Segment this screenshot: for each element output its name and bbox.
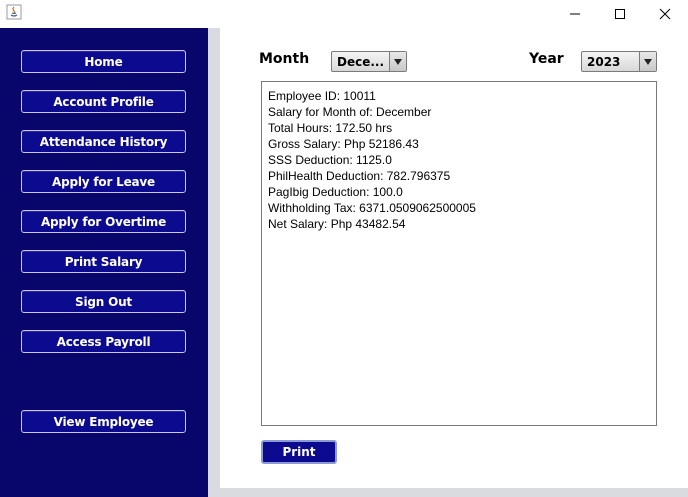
sidebar-item-apply-for-overtime[interactable]: Apply for Overtime [21,210,186,233]
sidebar-item-access-payroll[interactable]: Access Payroll [21,330,186,353]
salary-report-textarea[interactable]: Employee ID: 10011 Salary for Month of: … [261,81,657,426]
panel-divider [208,28,220,497]
report-line-philhealth-deduction: PhilHealth Deduction: 782.796375 [268,169,451,183]
report-line-total-hours: Total Hours: 172.50 hrs [268,121,393,135]
minimize-icon [570,13,580,15]
chevron-down-icon[interactable] [639,52,656,71]
sidebar-item-sign-out[interactable]: Sign Out [21,290,186,313]
report-line-withholding-tax: Withholding Tax: 6371.0509062500005 [268,201,476,215]
java-app-icon [6,4,22,20]
print-button[interactable]: Print [261,440,337,464]
close-button[interactable] [642,0,688,28]
sidebar-item-apply-for-leave[interactable]: Apply for Leave [21,170,186,193]
report-line-employee-id: Employee ID: 10011 [268,89,376,103]
report-line-net-salary: Net Salary: Php 43482.54 [268,217,406,231]
close-icon [659,8,671,20]
month-label: Month [259,51,310,67]
year-label: Year [529,51,564,67]
maximize-button[interactable] [597,0,643,28]
sidebar-item-account-profile[interactable]: Account Profile [21,90,186,113]
sidebar-item-attendance-history[interactable]: Attendance History [21,130,186,153]
bottom-border [220,488,688,497]
year-select[interactable]: 2023 [581,51,657,72]
month-select-value: Dece... [337,54,385,69]
year-select-value: 2023 [587,54,621,69]
title-bar [0,0,688,28]
sidebar-item-home[interactable]: Home [21,50,186,73]
maximize-icon [615,9,625,19]
report-line-salary-month: Salary for Month of: December [268,105,432,119]
minimize-button[interactable] [552,0,598,28]
report-line-sss-deduction: SSS Deduction: 1125.0 [268,153,392,167]
chevron-down-icon[interactable] [389,52,406,71]
sidebar-item-view-employee[interactable]: View Employee [21,410,186,433]
sidebar-item-print-salary[interactable]: Print Salary [21,250,186,273]
month-select[interactable]: Dece... [331,51,407,72]
report-line-gross-salary: Gross Salary: Php 52186.43 [268,137,419,151]
report-line-pagibig-deduction: PagIbig Deduction: 100.0 [268,185,403,199]
